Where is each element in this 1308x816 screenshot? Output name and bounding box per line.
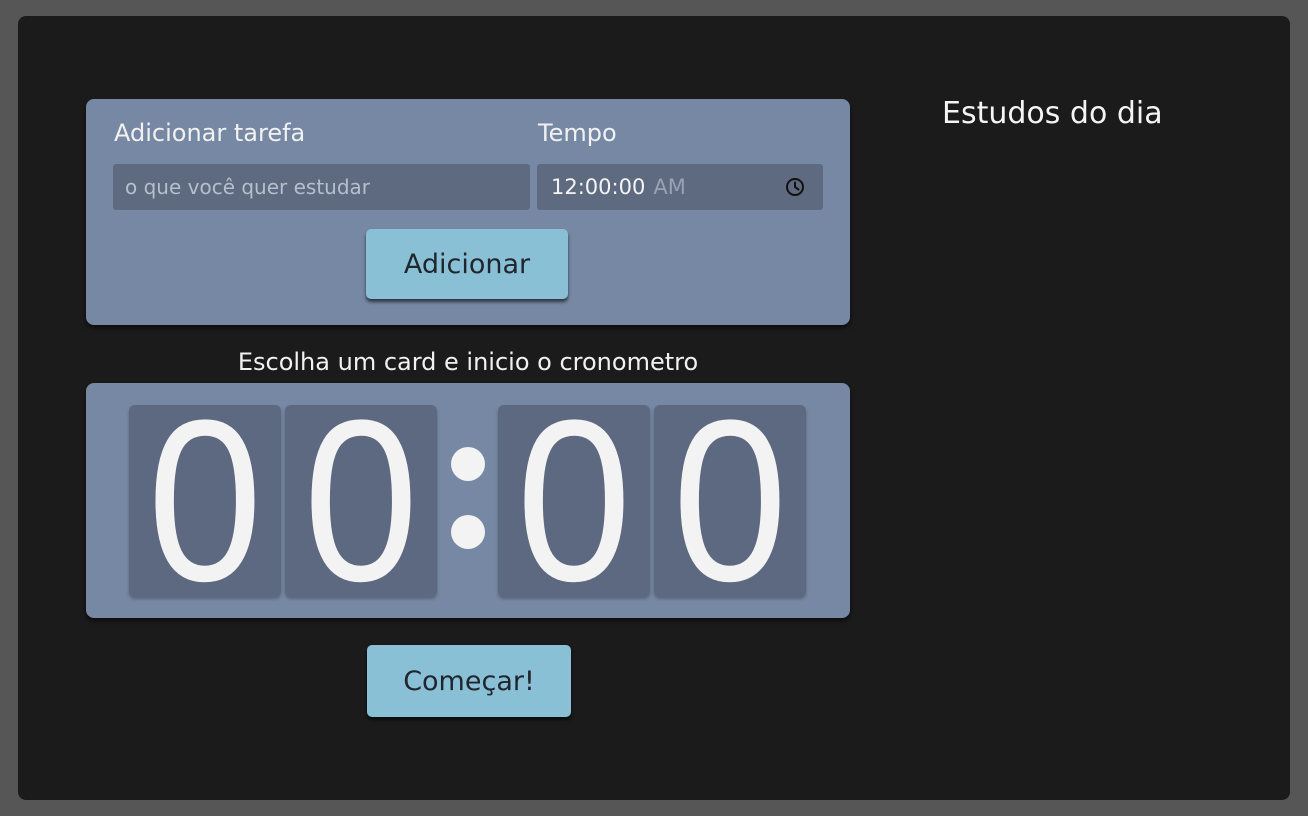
minutes-tens-digit: 0 — [147, 405, 263, 597]
time-label: Tempo — [538, 119, 617, 147]
minutes-tens-card: 0 — [129, 405, 281, 597]
minutes-ones-card: 0 — [285, 405, 437, 597]
app-window: Adicionar tarefa Tempo 12:00:00 AM Adici… — [18, 16, 1290, 800]
add-task-panel: Adicionar tarefa Tempo 12:00:00 AM Adici… — [86, 99, 850, 325]
start-button[interactable]: Começar! — [367, 645, 571, 717]
add-button[interactable]: Adicionar — [366, 229, 568, 299]
minutes-ones-digit: 0 — [303, 405, 419, 597]
task-input[interactable] — [113, 164, 530, 210]
colon-separator-top — [451, 447, 485, 481]
time-input[interactable]: 12:00:00 AM — [537, 164, 823, 210]
time-value: 12:00:00 — [551, 175, 646, 199]
colon-separator-bottom — [451, 515, 485, 549]
seconds-tens-digit: 0 — [516, 405, 632, 597]
clock-icon[interactable] — [785, 177, 805, 197]
daily-studies-title: Estudos do dia — [942, 96, 1163, 131]
timer-instructions: Escolha um card e inicio o cronometro — [237, 348, 699, 376]
timer-panel: 0 0 0 0 — [86, 383, 850, 618]
time-ampm: AM — [653, 175, 686, 199]
seconds-ones-digit: 0 — [672, 405, 788, 597]
seconds-tens-card: 0 — [498, 405, 650, 597]
seconds-ones-card: 0 — [654, 405, 806, 597]
task-label: Adicionar tarefa — [114, 119, 306, 147]
